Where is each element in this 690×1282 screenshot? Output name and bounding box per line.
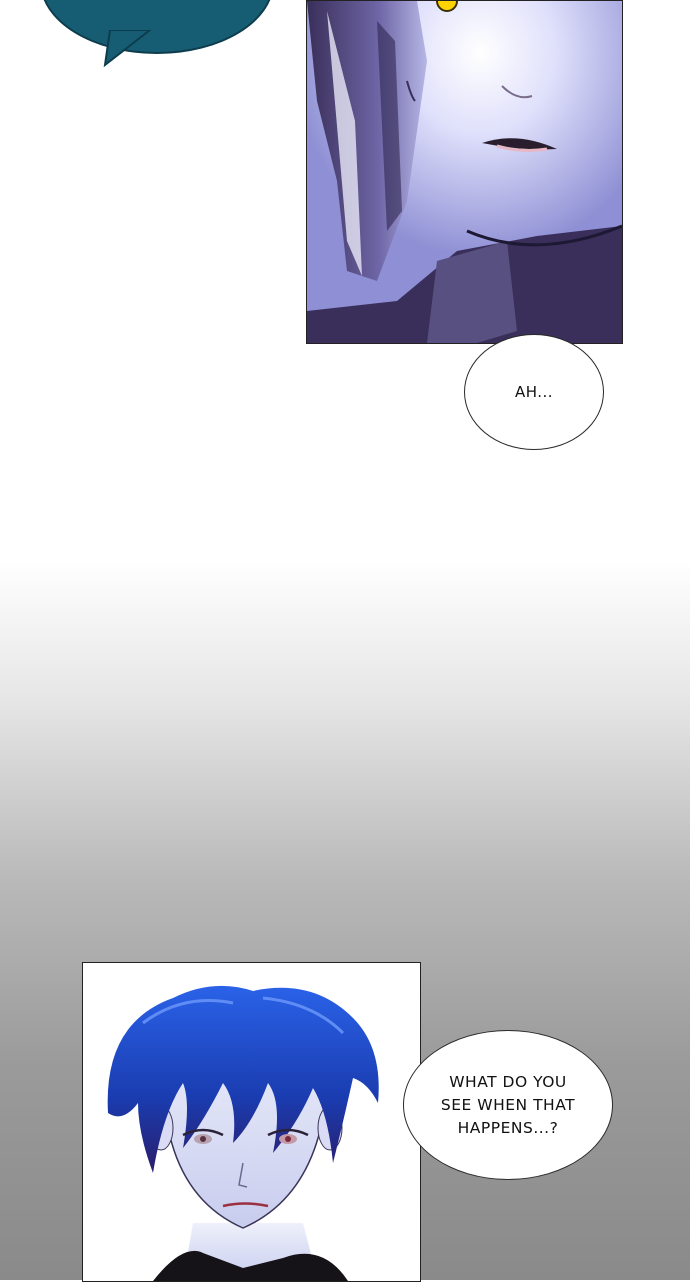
speech-text-question: WHAT DO YOU SEE WHEN THAT HAPPENS...?: [440, 1072, 576, 1137]
comic-panel-blue-haired-man: [82, 962, 421, 1282]
comic-panel-closeup-face: [306, 0, 623, 344]
speech-bubble-ah: AH...: [464, 334, 604, 450]
speech-text-ah: AH...: [514, 383, 554, 401]
blue-haired-man-illustration: [83, 963, 420, 1281]
speech-bubble-question: WHAT DO YOU SEE WHEN THAT HAPPENS...?: [403, 1030, 613, 1180]
closeup-face-illustration: [307, 1, 622, 343]
top-speech-bubble-tail: [103, 30, 152, 68]
